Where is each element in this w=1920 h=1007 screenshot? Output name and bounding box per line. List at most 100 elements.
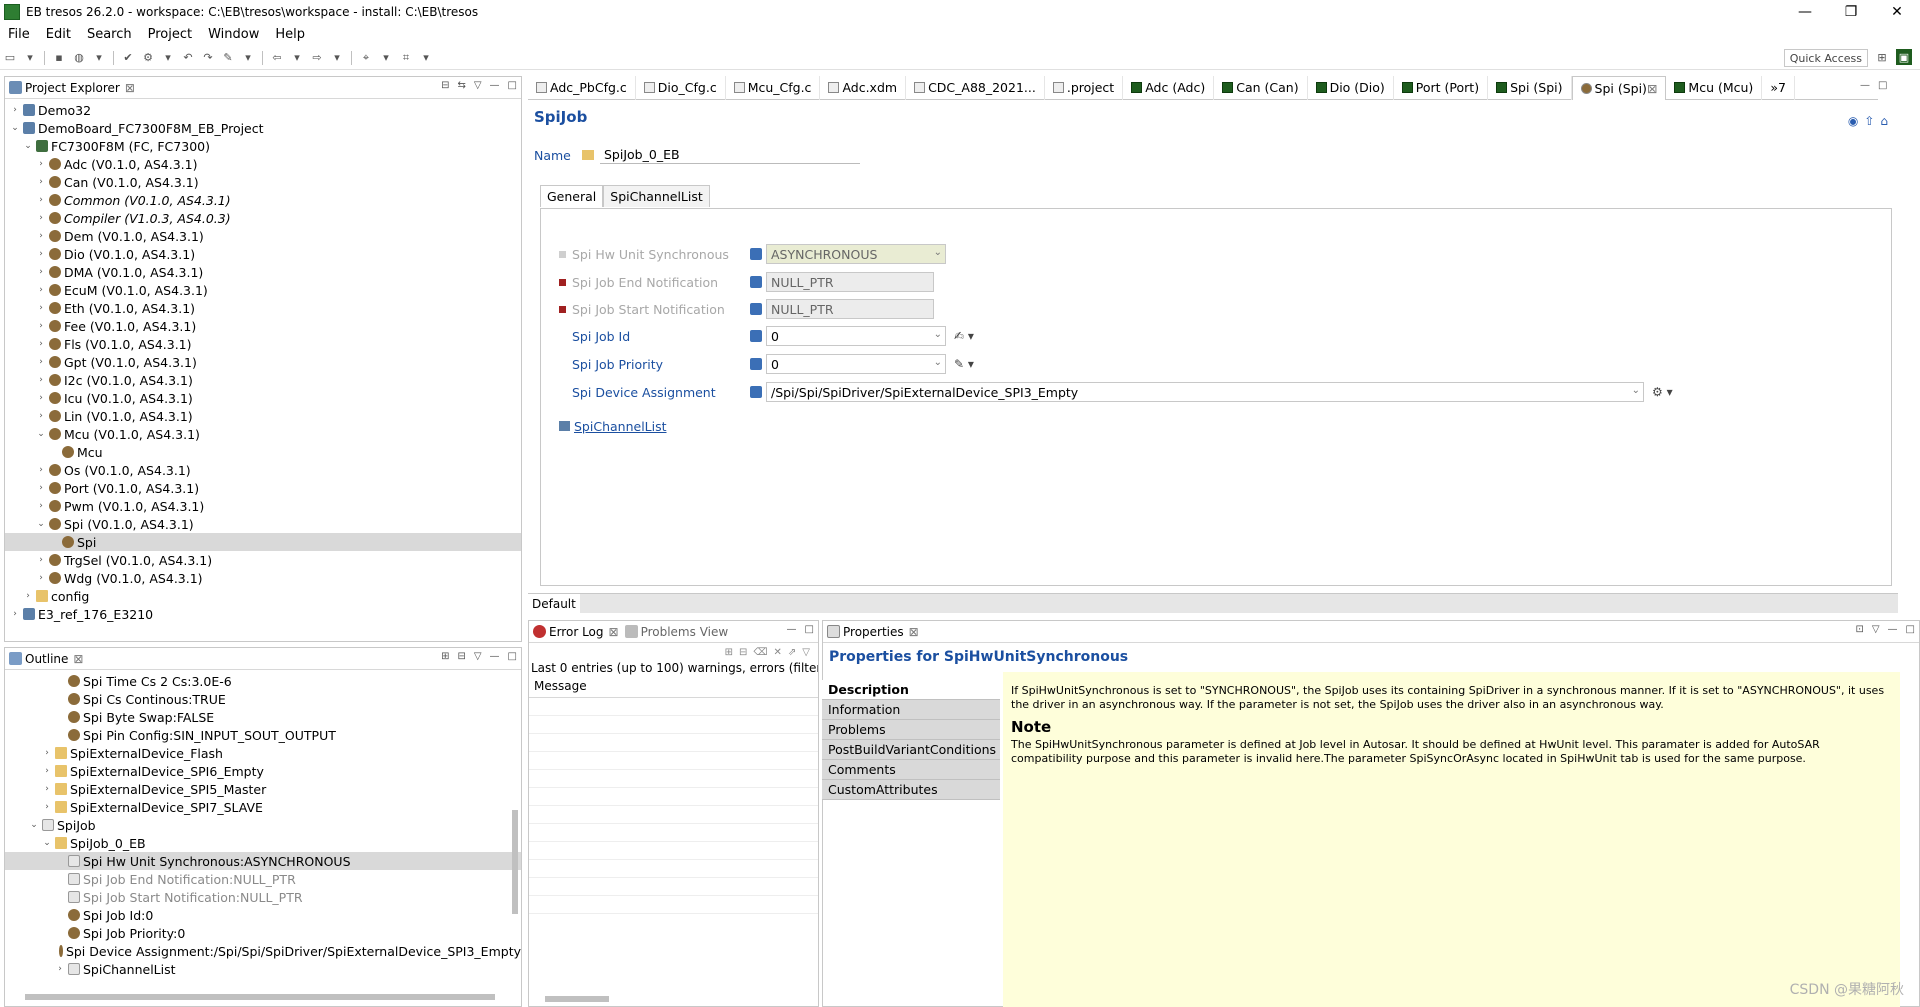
- tree-item[interactable]: › Can (V0.1.0, AS4.3.1): [5, 173, 521, 191]
- back-icon[interactable]: ⇦: [269, 50, 285, 66]
- calculate-menu-icon[interactable]: ✎ ▾: [954, 357, 974, 371]
- editor-tab[interactable]: »7: [1762, 75, 1795, 100]
- maximize-icon[interactable]: □: [508, 651, 517, 662]
- editor-tab[interactable]: Port (Port): [1394, 75, 1489, 100]
- view-menu-icon[interactable]: ▽: [1872, 624, 1880, 635]
- new-dropdown-icon[interactable]: ▾: [22, 50, 38, 66]
- editor-tab[interactable]: Adc_PbCfg.c: [528, 75, 636, 100]
- outline-hscrollbar[interactable]: [25, 994, 495, 1000]
- outline-scrollbar[interactable]: [512, 810, 518, 914]
- expand-down-icon[interactable]: ⌄: [28, 820, 40, 830]
- editor-tab[interactable]: Mcu (Mcu): [1666, 75, 1763, 100]
- close-icon[interactable]: ⊠: [73, 652, 83, 666]
- open-perspective-icon[interactable]: ⊞: [1874, 49, 1890, 65]
- expand-down-icon[interactable]: ⌄: [22, 141, 34, 151]
- collapse-all-icon[interactable]: ⊟: [441, 80, 449, 91]
- tree-item[interactable]: › SpiExternalDevice_SPI6_Empty: [5, 762, 521, 780]
- go-up-icon[interactable]: ⇧: [1864, 114, 1874, 128]
- chevron-right-icon[interactable]: ›: [35, 465, 47, 475]
- menu-help[interactable]: Help: [267, 27, 313, 42]
- chevron-right-icon[interactable]: ›: [35, 339, 47, 349]
- menu-edit[interactable]: Edit: [38, 27, 79, 42]
- chevron-right-icon[interactable]: ›: [35, 159, 47, 169]
- minimize-icon[interactable]: —: [1888, 624, 1898, 635]
- minimize-icon[interactable]: —: [787, 624, 797, 635]
- tree-item[interactable]: Spi Byte Swap:FALSE: [5, 708, 521, 726]
- open-log-icon[interactable]: ⇗: [788, 647, 796, 658]
- properties-side-tab[interactable]: Comments: [822, 760, 1000, 780]
- tree-item[interactable]: ⌄ Mcu (V0.1.0, AS4.3.1): [5, 425, 521, 443]
- tool2-dropdown-icon[interactable]: ▾: [418, 50, 434, 66]
- minimize-icon[interactable]: —: [490, 651, 500, 662]
- expand-down-icon[interactable]: ⌄: [35, 429, 47, 439]
- tree-item[interactable]: Spi Job Priority:0: [5, 924, 521, 942]
- tab-problems-view[interactable]: Problems View: [641, 625, 729, 639]
- tree-item[interactable]: Mcu: [5, 443, 521, 461]
- close-icon[interactable]: ⊠: [609, 625, 619, 639]
- tab-default[interactable]: Default: [528, 593, 580, 614]
- properties-side-tab[interactable]: Problems: [822, 720, 1000, 740]
- tree-item[interactable]: › EcuM (V0.1.0, AS4.3.1): [5, 281, 521, 299]
- chevron-right-icon[interactable]: ›: [41, 802, 53, 812]
- tool-dropdown-icon[interactable]: ▾: [378, 50, 394, 66]
- chevron-right-icon[interactable]: ›: [35, 357, 47, 367]
- tab-general[interactable]: General: [540, 185, 604, 207]
- tree-item[interactable]: › Gpt (V0.1.0, AS4.3.1): [5, 353, 521, 371]
- undo-icon[interactable]: ↶: [180, 50, 196, 66]
- tree-item[interactable]: › DMA (V0.1.0, AS4.3.1): [5, 263, 521, 281]
- field-value[interactable]: 0 ⌄: [766, 326, 946, 346]
- tree-item[interactable]: › Eth (V0.1.0, AS4.3.1): [5, 299, 521, 317]
- clear-log-icon[interactable]: ⌫: [753, 647, 767, 658]
- save-icon[interactable]: ▪: [51, 50, 67, 66]
- calculate-menu-icon[interactable]: ✍ ▾: [954, 329, 974, 343]
- chevron-right-icon[interactable]: ›: [35, 483, 47, 493]
- link-editor-icon[interactable]: ⇆: [457, 80, 465, 91]
- tree-item[interactable]: ⌄ SpiJob: [5, 816, 521, 834]
- expand-down-icon[interactable]: ⌄: [9, 123, 21, 133]
- build-icon[interactable]: ⚙: [140, 50, 156, 66]
- tool2-icon[interactable]: ⌗: [398, 50, 414, 66]
- tree-item[interactable]: › SpiExternalDevice_SPI7_SLAVE: [5, 798, 521, 816]
- message-column-header[interactable]: Message: [529, 675, 818, 698]
- chevron-right-icon[interactable]: ›: [35, 555, 47, 565]
- editor-tab[interactable]: Dio (Dio): [1308, 75, 1394, 100]
- tree-item[interactable]: › Common (V0.1.0, AS4.3.1): [5, 191, 521, 209]
- tree-item[interactable]: › I2c (V0.1.0, AS4.3.1): [5, 371, 521, 389]
- chevron-right-icon[interactable]: ›: [22, 591, 34, 601]
- minimize-icon[interactable]: —: [1782, 0, 1828, 24]
- menu-search[interactable]: Search: [79, 27, 140, 42]
- expand-down-icon[interactable]: ⌄: [41, 838, 53, 848]
- tree-item[interactable]: › Os (V0.1.0, AS4.3.1): [5, 461, 521, 479]
- redo-icon[interactable]: ↷: [200, 50, 216, 66]
- chevron-right-icon[interactable]: ›: [54, 964, 66, 974]
- tab-spichannellist[interactable]: SpiChannelList: [603, 185, 710, 207]
- tree-item[interactable]: › Compiler (V1.0.3, AS4.0.3): [5, 209, 521, 227]
- chevron-right-icon[interactable]: ›: [35, 321, 47, 331]
- chevron-right-icon[interactable]: ›: [35, 231, 47, 241]
- tree-item[interactable]: › Pwm (V0.1.0, AS4.3.1): [5, 497, 521, 515]
- view-menu-icon[interactable]: ▽: [474, 651, 482, 662]
- close-icon[interactable]: ⊠: [1647, 81, 1657, 96]
- maximize-icon[interactable]: □: [1906, 624, 1915, 635]
- view-menu-icon[interactable]: ▽: [474, 80, 482, 91]
- name-field[interactable]: SpiJob_0_EB: [600, 146, 860, 164]
- field-value[interactable]: /Spi/Spi/SpiDriver/SpiExternalDevice_SPI…: [766, 382, 1644, 402]
- chevron-down-icon[interactable]: ⌄: [934, 247, 942, 258]
- error-log-hscrollbar[interactable]: [545, 996, 609, 1002]
- minimize-icon[interactable]: —: [1860, 80, 1870, 91]
- outline-title[interactable]: Outline: [25, 652, 68, 666]
- tree-item[interactable]: › Wdg (V0.1.0, AS4.3.1): [5, 569, 521, 587]
- export-log-icon[interactable]: ⊞: [725, 647, 733, 658]
- back-dropdown-icon[interactable]: ▾: [289, 50, 305, 66]
- expand-all-icon[interactable]: ⊞: [441, 651, 449, 662]
- build-dropdown-icon[interactable]: ▾: [160, 50, 176, 66]
- tree-item[interactable]: › SpiExternalDevice_Flash: [5, 744, 521, 762]
- properties-side-tab[interactable]: CustomAttributes: [822, 780, 1000, 800]
- chevron-right-icon[interactable]: ›: [35, 285, 47, 295]
- properties-side-tab[interactable]: PostBuildVariantConditions: [822, 740, 1000, 760]
- editor-tab[interactable]: Can (Can): [1214, 75, 1308, 100]
- chevron-down-icon[interactable]: ⌄: [934, 329, 942, 340]
- tree-item[interactable]: ⌄ FC7300F8M (FC, FC7300): [5, 137, 521, 155]
- tree-item[interactable]: › Fls (V0.1.0, AS4.3.1): [5, 335, 521, 353]
- chevron-right-icon[interactable]: ›: [35, 303, 47, 313]
